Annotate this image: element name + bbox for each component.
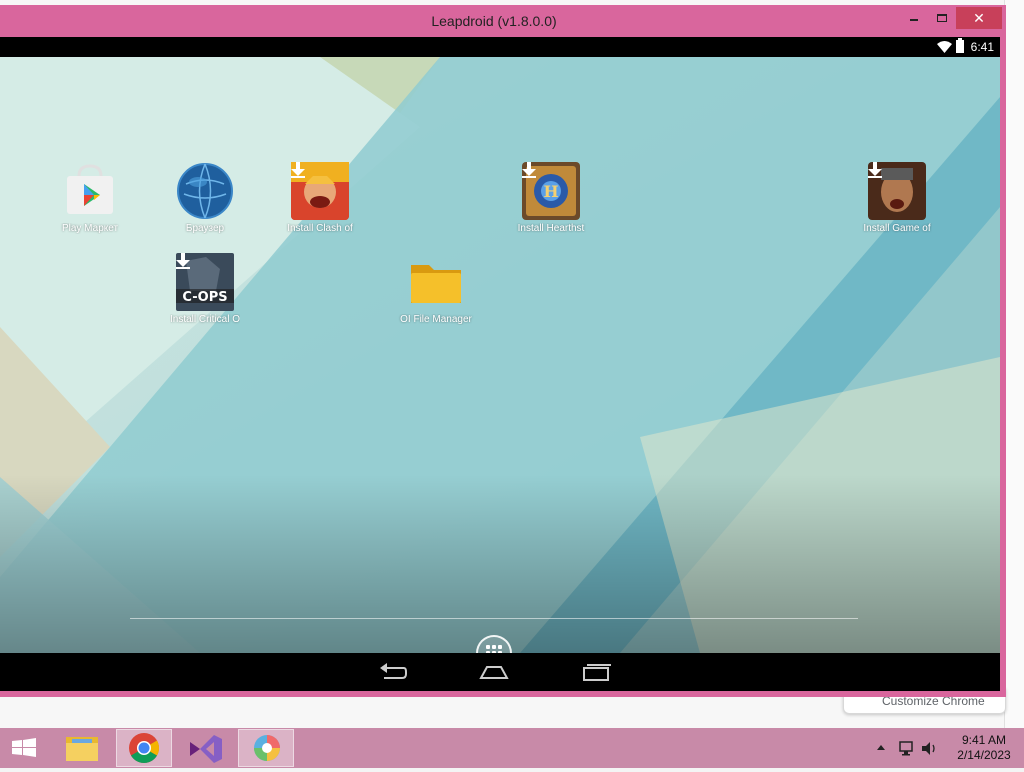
- taskbar-clock[interactable]: 9:41 AM 2/14/2023: [952, 733, 1016, 763]
- download-arrow-icon: [176, 253, 190, 269]
- minimize-icon: [910, 19, 918, 21]
- taskbar-chrome[interactable]: [116, 729, 172, 767]
- app-install-critical-ops[interactable]: C-OPS Install Critical O: [150, 253, 260, 325]
- app-label: Браузер: [185, 223, 225, 234]
- recents-icon[interactable]: [581, 662, 611, 682]
- taskbar-leapdroid[interactable]: [238, 729, 294, 767]
- app-label: Install Game of: [863, 223, 931, 234]
- show-hidden-icons-chevron[interactable]: [877, 745, 885, 750]
- download-arrow-icon: [522, 162, 536, 178]
- home-screen-wallpaper[interactable]: Play Маркет Браузер Install Clash of H I…: [0, 57, 1000, 653]
- windows-start-icon: [12, 738, 36, 757]
- wifi-icon: [937, 41, 952, 53]
- app-install-clash[interactable]: Install Clash of: [265, 162, 375, 234]
- app-play-store[interactable]: Play Маркет: [35, 162, 145, 234]
- volume-icon[interactable]: [922, 742, 935, 755]
- close-icon: ✕: [973, 10, 985, 26]
- file-explorer-icon: [66, 737, 98, 761]
- minimize-button[interactable]: [900, 7, 928, 29]
- app-label: OI File Manager: [400, 314, 472, 325]
- clock-date: 2/14/2023: [957, 748, 1011, 762]
- taskbar-visual-studio[interactable]: [178, 729, 234, 767]
- maximize-icon: [937, 14, 947, 22]
- app-label: Play Маркет: [61, 223, 119, 234]
- app-label: Install Critical O: [170, 314, 240, 325]
- chrome-icon: [129, 733, 160, 764]
- critical-ops-icon: C-OPS: [176, 253, 234, 311]
- download-arrow-icon: [868, 162, 882, 178]
- taskbar-file-explorer[interactable]: [54, 729, 110, 767]
- app-install-game-of-war[interactable]: Install Game of: [842, 162, 952, 234]
- clash-of-clans-icon: [291, 162, 349, 220]
- leapdroid-window: Leapdroid (v1.8.0.0) ✕ 6:41 Play Маркет …: [0, 5, 1006, 697]
- windows-taskbar: 9:41 AM 2/14/2023: [0, 728, 1024, 768]
- close-button[interactable]: ✕: [956, 7, 1002, 29]
- battery-icon: [956, 38, 964, 53]
- svg-text:H: H: [543, 182, 558, 201]
- start-button[interactable]: [0, 729, 48, 767]
- play-store-icon: [61, 162, 119, 220]
- app-label: Install Hearthst: [517, 223, 585, 234]
- back-icon[interactable]: [378, 662, 408, 682]
- window-title: Leapdroid (v1.8.0.0): [431, 13, 557, 29]
- clock-time: 9:41 AM: [961, 733, 1007, 747]
- android-status-bar[interactable]: 6:41: [0, 37, 1000, 57]
- app-label: Install Clash of: [287, 223, 353, 234]
- network-icon[interactable]: [899, 741, 913, 756]
- android-screen[interactable]: 6:41 Play Маркет Браузер Install Clash o…: [0, 37, 1000, 691]
- leapdroid-icon: [254, 735, 280, 761]
- app-browser[interactable]: Браузер: [150, 162, 260, 234]
- app-install-hearthstone[interactable]: H Install Hearthst: [496, 162, 606, 234]
- wallpaper-graphic: [0, 57, 1000, 653]
- critical-ops-logo-text: C-OPS: [182, 290, 227, 305]
- background-chrome-window[interactable]: [1004, 0, 1024, 728]
- android-clock: 6:41: [970, 40, 994, 54]
- visual-studio-icon: [190, 735, 222, 763]
- download-arrow-icon: [291, 162, 305, 178]
- dock-divider: [130, 618, 858, 619]
- folder-icon: [407, 253, 465, 311]
- browser-globe-icon: [176, 162, 234, 220]
- maximize-button[interactable]: [928, 7, 956, 29]
- system-tray: [872, 736, 948, 760]
- home-icon[interactable]: [479, 662, 509, 682]
- app-oi-file-manager[interactable]: OI File Manager: [381, 253, 491, 325]
- title-bar[interactable]: Leapdroid (v1.8.0.0) ✕: [0, 5, 1006, 37]
- hearthstone-icon: H: [522, 162, 580, 220]
- android-navigation-bar: [0, 653, 1000, 691]
- game-of-war-icon: [868, 162, 926, 220]
